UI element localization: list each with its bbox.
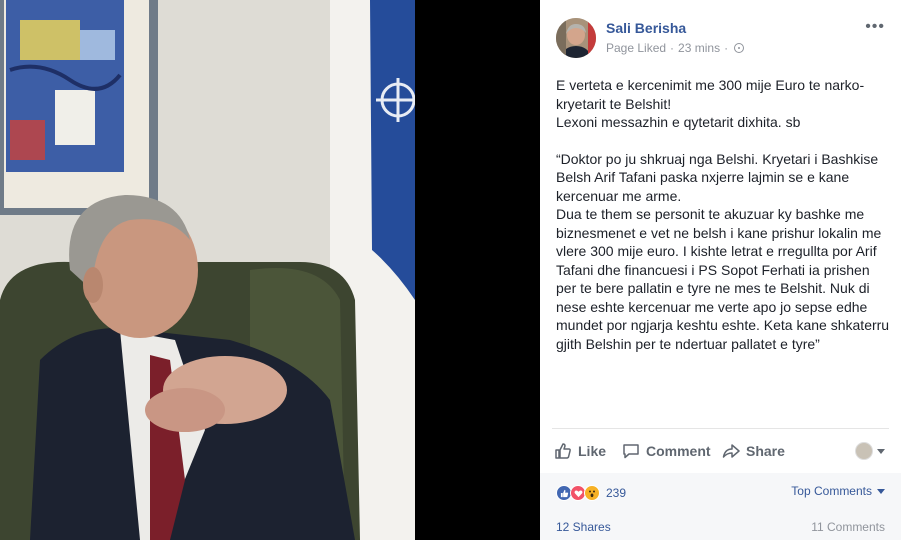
post-photo[interactable] [0, 0, 415, 540]
chevron-down-icon [877, 488, 885, 494]
post-time[interactable]: 23 mins [678, 41, 720, 55]
page-liked-label[interactable]: Page Liked [606, 41, 666, 55]
reactions-summary[interactable]: 239 [556, 483, 626, 503]
photo-illustration [0, 0, 415, 540]
avatar-image [556, 18, 596, 58]
divider [552, 428, 889, 429]
post-text: E verteta e kercenimit me 300 mije Euro … [556, 76, 891, 353]
post-header: Sali Berisha Page Liked · 23 mins · ••• [556, 16, 891, 60]
like-button[interactable]: Like [554, 436, 606, 466]
more-options-button[interactable]: ••• [865, 18, 885, 36]
action-bar: Like Comment Share [552, 436, 889, 466]
post-paragraph-1: E verteta e kercenimit me 300 mije Euro … [556, 77, 865, 130]
wow-reaction-icon [584, 485, 600, 501]
viewer-avatar-icon [855, 442, 873, 460]
shares-count-link[interactable]: 12 Shares [556, 520, 611, 534]
reactions-count: 239 [606, 486, 627, 500]
share-label: Share [746, 443, 785, 459]
author-avatar[interactable] [556, 18, 596, 58]
comment-button[interactable]: Comment [622, 436, 711, 466]
author-name[interactable]: Sali Berisha [606, 20, 686, 36]
comments-count-link[interactable]: 11 Comments [811, 520, 885, 534]
post-panel: Sali Berisha Page Liked · 23 mins · ••• E v… [540, 0, 901, 540]
photo-viewer [0, 0, 540, 540]
top-comments-dropdown[interactable]: Top Comments [791, 484, 885, 498]
post-meta: Page Liked · 23 mins · [606, 41, 745, 55]
top-comments-label: Top Comments [791, 484, 872, 498]
thumbs-up-icon [555, 443, 571, 459]
like-label: Like [578, 443, 607, 459]
post-paragraph-2: “Doktor po ju shkruaj nga Belshi. Kryeta… [556, 150, 890, 352]
post-footer: 239 Top Comments 12 Shares 11 Comments [540, 473, 901, 540]
comment-label: Comment [646, 443, 711, 459]
globe-icon [734, 43, 745, 53]
chevron-down-icon [877, 448, 885, 454]
share-arrow-icon [722, 444, 740, 458]
comment-icon [623, 444, 639, 459]
viewer-selector[interactable] [855, 442, 885, 460]
share-button[interactable]: Share [722, 436, 785, 466]
